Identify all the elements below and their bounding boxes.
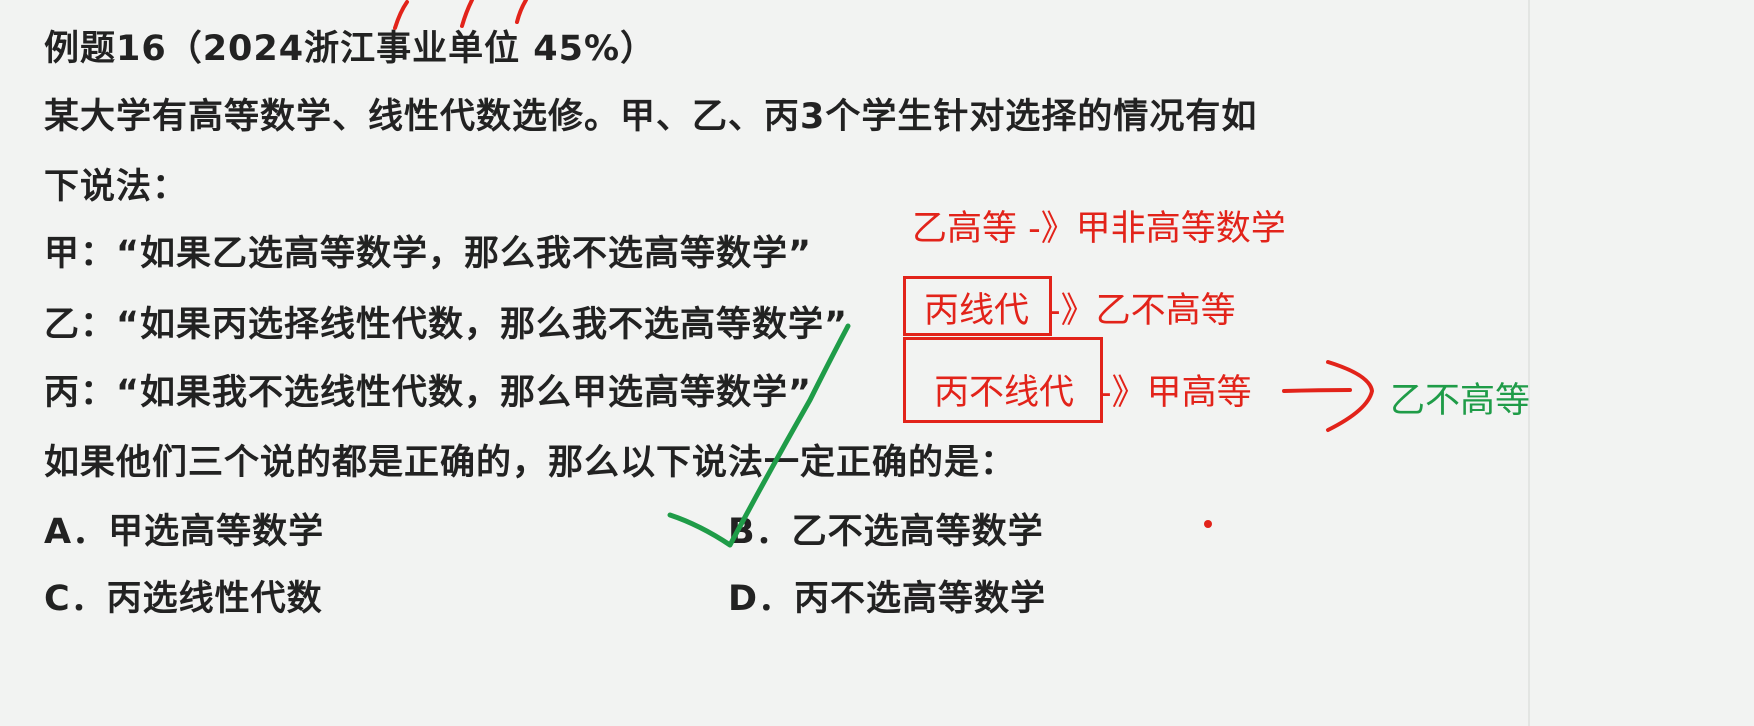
stem-line-1: 某大学有高等数学、线性代数选修。甲、乙、丙3个学生针对选择的情况有如 xyxy=(44,97,1258,137)
statement-bing: 丙：“如果我不选线性代数，那么甲选高等数学” xyxy=(44,373,813,413)
annotation-note-2-rest: -》乙不高等 xyxy=(1048,291,1236,331)
option-d: D．丙不选高等数学 xyxy=(728,579,1047,619)
option-c: C．丙选线性代数 xyxy=(44,579,323,619)
option-a: A．甲选高等数学 xyxy=(44,512,325,552)
annotation-note-3-rest: -》甲高等 xyxy=(1099,373,1252,413)
annotation-note-3-boxed: 丙不线代 xyxy=(934,373,1075,413)
option-b: B．乙不选高等数学 xyxy=(728,512,1044,552)
question-title: 例题16（2024浙江事业单位 45%） xyxy=(44,29,657,69)
red-arrow-shaft xyxy=(1282,388,1352,393)
statement-yi: 乙：“如果丙选择线性代数，那么我不选高等数学” xyxy=(44,305,849,345)
slide: 例题16（2024浙江事业单位 45%） 某大学有高等数学、线性代数选修。甲、乙… xyxy=(0,0,1754,726)
red-arrow-head xyxy=(1326,360,1374,432)
red-dot xyxy=(1204,520,1212,528)
annotation-note-1: 乙高等 -》甲非高等数学 xyxy=(912,209,1286,249)
question-prompt: 如果他们三个说的都是正确的，那么以下说法一定正确的是： xyxy=(44,443,1017,483)
annotation-result: 乙不高等 xyxy=(1390,381,1531,421)
red-tick-mark-3 xyxy=(515,0,528,24)
stem-line-2: 下说法： xyxy=(44,167,189,207)
slide-divider xyxy=(1528,0,1530,726)
statement-jia: 甲：“如果乙选高等数学，那么我不选高等数学” xyxy=(44,234,813,274)
annotation-note-2-boxed: 丙线代 xyxy=(924,291,1030,331)
